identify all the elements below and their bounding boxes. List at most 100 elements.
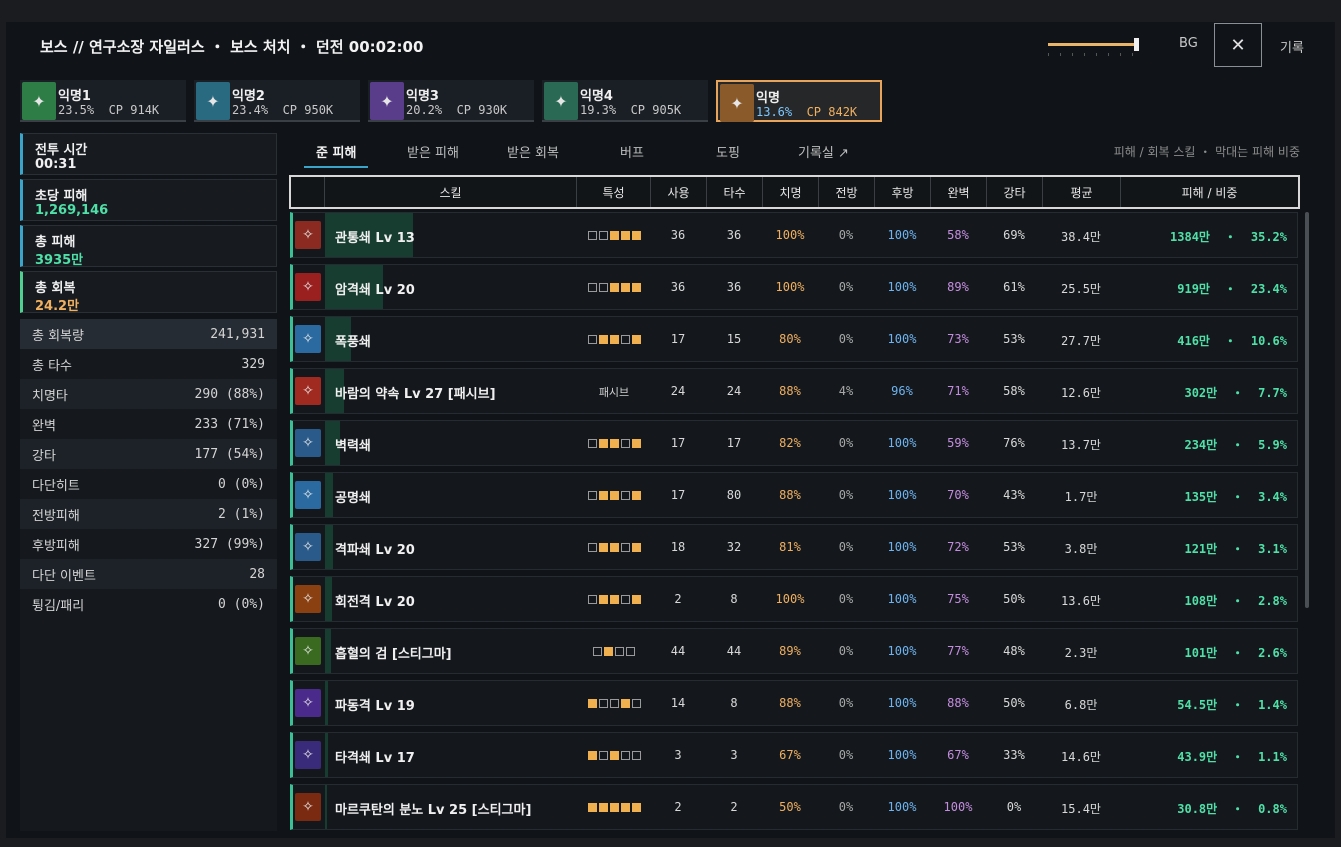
uses-cell: 44 xyxy=(670,644,686,658)
average-cell: 38.4만 xyxy=(1061,230,1101,244)
record-button[interactable]: 기록 xyxy=(1280,37,1304,56)
trait-empty-square xyxy=(631,750,641,760)
tab-healing-received[interactable]: 받은 회복 xyxy=(507,142,559,161)
average-cell: 12.6만 xyxy=(1061,386,1101,400)
skill-row[interactable]: ✧ 바람의 약속 Lv 27 [패시브] 패시브 24 24 88% 4% 96% 71% 58%… xyxy=(290,368,1298,414)
player-tab-1[interactable]: ✦ 익명1 23.5% CP 914K xyxy=(20,80,186,122)
scrollbar[interactable] xyxy=(1305,212,1309,608)
front-cell: 4% xyxy=(838,384,854,398)
skill-name: 벽력쇄 xyxy=(335,439,371,454)
stat-value: 290 (88%) xyxy=(194,386,265,402)
front-cell: 0% xyxy=(838,644,854,658)
orb-icon: ✧ xyxy=(295,741,321,769)
back-cell: 100% xyxy=(887,332,917,346)
legend-note: 피해 / 회복 스킬 ・ 막대는 피해 비중 xyxy=(1113,145,1300,159)
crit-cell: 82% xyxy=(779,436,801,450)
uses-cell: 14 xyxy=(670,696,686,710)
strong-cell: 53% xyxy=(1003,540,1025,554)
player-name: 익명 xyxy=(756,91,780,106)
skill-name: 관통쇄 Lv 13 xyxy=(335,231,415,246)
header-perfect[interactable]: 완벽 xyxy=(931,177,987,207)
skill-row[interactable]: ✧ 공명쇄 17 80 88% 0% 100% 70% 43% 1.7만 135만 ・ 3.4% xyxy=(290,472,1298,518)
trait-filled-square xyxy=(620,802,630,812)
player-stats: 23.5% CP 914K xyxy=(58,103,160,117)
player-tab-5[interactable]: ✦ 익명 13.6% CP 842K xyxy=(716,80,882,122)
tab-damage-taken[interactable]: 받은 피해 xyxy=(407,142,459,161)
tab-doping[interactable]: 도핑 xyxy=(716,142,740,161)
tab-buffs[interactable]: 버프 xyxy=(620,142,644,161)
trait-filled-square xyxy=(631,490,641,500)
player-share: 13.6% xyxy=(756,105,793,119)
damage-share-cell: 302만 ・ 7.7% xyxy=(1184,386,1287,400)
slider-knob[interactable] xyxy=(1134,38,1139,51)
trait-empty-square xyxy=(598,230,608,240)
trait-filled-square xyxy=(631,802,641,812)
crit-cell: 100% xyxy=(775,592,805,606)
crit-cell: 88% xyxy=(779,488,801,502)
damage-share-bar xyxy=(325,785,327,829)
crit-cell: 80% xyxy=(779,332,801,346)
slash-icon: ✧ xyxy=(295,221,321,249)
tab-records[interactable]: 기록실 ↗ xyxy=(798,142,849,161)
trait-cell xyxy=(576,280,652,293)
header-skill[interactable]: 스킬 xyxy=(325,177,577,207)
average-cell: 1.7만 xyxy=(1064,490,1098,504)
trait-cell xyxy=(576,592,652,605)
stat-value: 2 (1%) xyxy=(218,506,265,522)
skill-row[interactable]: ✧ 폭풍쇄 17 15 80% 0% 100% 73% 53% 27.7만 416만 ・ 10.6% xyxy=(290,316,1298,362)
skill-row[interactable]: ✧ 격파쇄 Lv 20 18 32 81% 0% 100% 72% 53% 3.8만 121만 ・ … xyxy=(290,524,1298,570)
stat-label: 치명타 xyxy=(32,388,68,404)
crest-icon: ✦ xyxy=(22,82,56,120)
front-cell: 0% xyxy=(838,488,854,502)
header-hits[interactable]: 타수 xyxy=(707,177,763,207)
back-cell: 100% xyxy=(887,436,917,450)
skill-row[interactable]: ✧ 타격쇄 Lv 17 3 3 67% 0% 100% 67% 33% 14.6만 43.9만 ・ … xyxy=(290,732,1298,778)
stat-value: 0 (0%) xyxy=(218,476,265,492)
tab-damage-dealt[interactable]: 준 피해 xyxy=(316,142,356,161)
skill-row[interactable]: ✧ 관통쇄 Lv 13 36 36 100% 0% 100% 58% 69% 38.4만 1384만… xyxy=(290,212,1298,258)
crit-cell: 89% xyxy=(779,644,801,658)
header-average[interactable]: 평균 xyxy=(1043,177,1121,207)
player-tab-4[interactable]: ✦ 익명4 19.3% CP 905K xyxy=(542,80,708,122)
skill-row[interactable]: ✧ 마르쿠탄의 분노 Lv 25 [스티그마] 2 2 50% 0% 100% 100% 0% 1… xyxy=(290,784,1298,830)
header-front[interactable]: 전방 xyxy=(819,177,875,207)
skill-row[interactable]: ✧ 파동격 Lv 19 14 8 88% 0% 100% 88% 50% 6.8만 54.5만 ・ … xyxy=(290,680,1298,726)
active-tab-underline xyxy=(304,166,368,168)
trait-filled-square xyxy=(609,750,619,760)
trait-empty-square xyxy=(587,282,597,292)
bg-opacity-slider[interactable] xyxy=(1048,36,1144,58)
header-trait[interactable]: 특성 xyxy=(577,177,651,207)
skill-row[interactable]: ✧ 흡혈의 검 [스티그마] 44 44 89% 0% 100% 77% 48% 2.3만 101만… xyxy=(290,628,1298,674)
damage-share-cell: 101만 ・ 2.6% xyxy=(1184,646,1287,660)
back-cell: 96% xyxy=(891,384,913,398)
header-back[interactable]: 후방 xyxy=(875,177,931,207)
header-uses[interactable]: 사용 xyxy=(651,177,707,207)
bolt-icon: ✧ xyxy=(295,429,321,457)
average-cell: 2.3만 xyxy=(1064,646,1098,660)
summary-label: 총 피해 xyxy=(35,235,76,250)
summary-card: 전투 시간 00:31 xyxy=(20,133,277,175)
trait-empty-square xyxy=(598,698,608,708)
header-damage-share[interactable]: 피해 / 비중 xyxy=(1121,177,1298,207)
damage-share-bar xyxy=(325,733,328,777)
close-button[interactable]: ✕ xyxy=(1214,23,1262,67)
stat-row: 완벽 233 (71%) xyxy=(20,409,277,439)
view-tabs: 준 피해 받은 피해 받은 회복 버프 도핑 기록실 ↗ 피해 / 회복 스킬 … xyxy=(290,136,1300,170)
header-crit[interactable]: 치명 xyxy=(763,177,819,207)
skill-row[interactable]: ✧ 벽력쇄 17 17 82% 0% 100% 59% 76% 13.7만 234만 ・ 5.9% xyxy=(290,420,1298,466)
crest-icon: ✦ xyxy=(196,82,230,120)
header-strong[interactable]: 강타 xyxy=(987,177,1043,207)
skill-row[interactable]: ✧ 회전격 Lv 20 2 8 100% 0% 100% 75% 50% 13.6만 108만 ・ … xyxy=(290,576,1298,622)
player-tab-3[interactable]: ✦ 익명3 20.2% CP 930K xyxy=(368,80,534,122)
back-cell: 100% xyxy=(887,800,917,814)
player-name: 익명2 xyxy=(232,89,265,104)
damage-share-cell: 135만 ・ 3.4% xyxy=(1184,490,1287,504)
skill-row[interactable]: ✧ 암격쇄 Lv 20 36 36 100% 0% 100% 89% 61% 25.5만 919만 … xyxy=(290,264,1298,310)
strong-cell: 43% xyxy=(1003,488,1025,502)
strong-cell: 69% xyxy=(1003,228,1025,242)
hits-cell: 36 xyxy=(726,228,742,242)
trait-empty-square xyxy=(620,334,630,344)
player-tab-2[interactable]: ✦ 익명2 23.4% CP 950K xyxy=(194,80,360,122)
trait-empty-square xyxy=(620,438,630,448)
strong-cell: 33% xyxy=(1003,748,1025,762)
